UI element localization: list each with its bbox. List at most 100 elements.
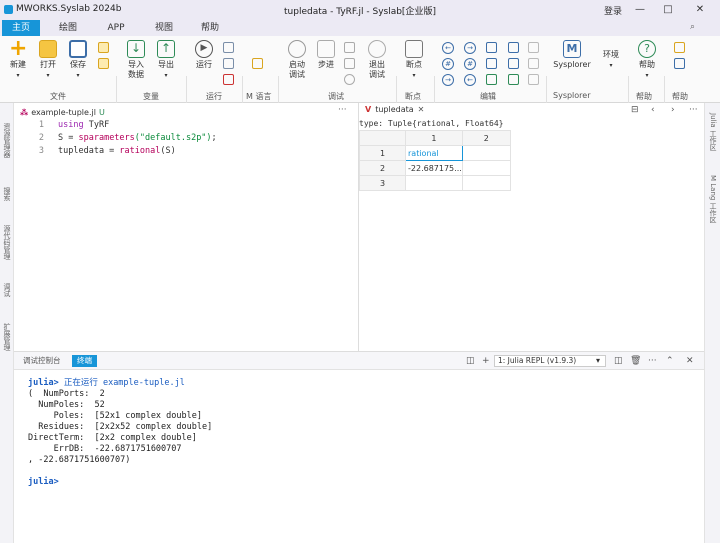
- bookmark-icon[interactable]: [486, 42, 497, 53]
- login-link[interactable]: 登录: [604, 4, 622, 17]
- activity-extensions[interactable]: 扩展管理: [2, 323, 12, 351]
- line-number: 3: [38, 146, 44, 156]
- column-header[interactable]: 1: [405, 130, 463, 146]
- back-arrow-icon[interactable]: ←: [442, 42, 454, 54]
- comment-icon[interactable]: #: [442, 58, 454, 70]
- environment-button[interactable]: 环境 ▾: [598, 50, 624, 71]
- indent-icon[interactable]: →: [442, 74, 454, 86]
- tab-help[interactable]: 帮助: [192, 20, 228, 36]
- replace-icon[interactable]: [508, 74, 519, 85]
- terminal-select[interactable]: 1: Julia REPL (v1.9.3): [494, 355, 606, 367]
- tab-home[interactable]: 主页: [2, 20, 40, 36]
- m-language-icon[interactable]: [252, 58, 263, 69]
- activity-search[interactable]: 搜索: [2, 187, 12, 201]
- tab-app[interactable]: APP: [98, 20, 134, 36]
- save-button[interactable]: 保存 ▾: [64, 40, 92, 81]
- table-cell[interactable]: rational: [405, 145, 463, 161]
- sysplorer-button[interactable]: M Sysplorer: [550, 40, 594, 70]
- option-checkbox-icon[interactable]: [528, 58, 539, 69]
- row-header[interactable]: 2: [359, 160, 406, 176]
- run-section-icon[interactable]: [223, 42, 234, 53]
- next-bookmark-icon[interactable]: [508, 58, 519, 69]
- docs-icon[interactable]: [674, 58, 685, 69]
- open-label: 打开: [40, 60, 56, 69]
- compare-icon[interactable]: [98, 42, 109, 53]
- bookmark-list-icon[interactable]: [508, 42, 519, 53]
- row-header[interactable]: 1: [359, 145, 406, 161]
- terminal-line[interactable]: julia>: [28, 477, 59, 487]
- close-panel-icon[interactable]: ✕: [686, 356, 694, 366]
- split-terminal-icon[interactable]: ◫: [466, 356, 475, 366]
- help-button[interactable]: ? 帮助 ▾: [634, 40, 660, 81]
- run-label: 运行: [196, 60, 212, 69]
- tab-terminal[interactable]: 终端: [72, 355, 97, 367]
- mlang-workspace-tab[interactable]: M Lang 工作区: [708, 175, 718, 224]
- split-editor-icon[interactable]: ⊟: [631, 105, 639, 115]
- activity-debug[interactable]: 调试: [2, 283, 12, 297]
- table-cell[interactable]: [461, 175, 511, 191]
- step-out-icon[interactable]: [344, 58, 355, 69]
- new-terminal-icon[interactable]: +: [482, 356, 490, 366]
- more-actions-icon[interactable]: ···: [648, 356, 657, 366]
- ribbon-tabs: 主页 绘图 APP 视图 帮助 搜索 ⌕: [0, 20, 720, 55]
- new-button[interactable]: + 新建 ▾: [4, 38, 32, 81]
- outdent-icon[interactable]: ←: [464, 74, 476, 86]
- forward-arrow-icon[interactable]: →: [464, 42, 476, 54]
- run-advance-icon[interactable]: [223, 58, 234, 69]
- close-icon[interactable]: ✕: [692, 2, 708, 18]
- sysplorer-icon: M: [563, 40, 581, 58]
- maximize-panel-icon[interactable]: ⌃: [666, 356, 674, 366]
- minimize-icon[interactable]: —: [632, 2, 648, 18]
- feedback-icon[interactable]: [674, 42, 685, 53]
- more-actions-icon[interactable]: ···: [689, 105, 698, 115]
- string-literal: ("default.s2p"): [134, 133, 212, 143]
- tab-debug-console[interactable]: 调试控制台: [18, 355, 66, 367]
- start-debug-button[interactable]: 启动 调试: [282, 40, 312, 80]
- table-cell[interactable]: [461, 145, 511, 161]
- function-name: rational: [119, 146, 161, 156]
- continue-icon[interactable]: [344, 74, 355, 85]
- chevron-down-icon: ▾: [596, 356, 601, 365]
- open-button[interactable]: 打开 ▾: [34, 40, 62, 81]
- table-cell[interactable]: -22.687175...: [405, 160, 463, 176]
- uncomment-icon[interactable]: #: [464, 58, 476, 70]
- step-button[interactable]: 步进: [314, 40, 338, 70]
- search-icon[interactable]: ⌕: [690, 22, 695, 32]
- import-data-button[interactable]: ↓ 导入 数据: [122, 40, 150, 80]
- table-cell[interactable]: [461, 160, 511, 176]
- code-line: 3 tupledata = rational(S): [14, 145, 176, 158]
- column-header[interactable]: 2: [461, 130, 511, 146]
- trash-icon[interactable]: 🗑: [630, 356, 641, 366]
- activity-source-control[interactable]: 源代码管理: [2, 225, 12, 260]
- exit-debug-button[interactable]: 退出 调试: [364, 40, 390, 80]
- stop-icon[interactable]: [223, 74, 234, 85]
- tab-plot[interactable]: 绘图: [50, 20, 86, 36]
- code-editor[interactable]: ⁂ example-tuple.jl U ··· 1 using TyRF 2 S …: [14, 103, 358, 351]
- close-tab-icon[interactable]: ✕: [418, 105, 425, 114]
- format-icon[interactable]: [528, 42, 539, 53]
- breakpoint-button[interactable]: 断点 ▾: [400, 40, 428, 81]
- help-label: 帮助: [639, 60, 655, 69]
- viewer-tab[interactable]: V tupledata ✕: [365, 105, 424, 114]
- maximize-icon[interactable]: □: [660, 2, 676, 18]
- debug-bug-icon: [288, 40, 306, 58]
- chevron-left-icon[interactable]: ‹: [651, 105, 655, 115]
- step-into-icon[interactable]: [344, 42, 355, 53]
- chevron-right-icon[interactable]: ›: [671, 105, 675, 115]
- tab-view[interactable]: 视图: [146, 20, 182, 36]
- table-cell[interactable]: [405, 175, 463, 191]
- row-header[interactable]: 3: [359, 175, 406, 191]
- editor-tab[interactable]: ⁂ example-tuple.jl U: [20, 105, 105, 119]
- start-debug-label-2: 调试: [289, 70, 305, 79]
- recent-files-icon[interactable]: [98, 58, 109, 69]
- more-actions-icon[interactable]: ···: [338, 105, 347, 115]
- find-icon[interactable]: [486, 74, 497, 85]
- option-checkbox-icon[interactable]: [528, 74, 539, 85]
- julia-workspace-tab[interactable]: Julia 工作区: [708, 113, 718, 151]
- activity-explorer[interactable]: 资源管理器: [2, 123, 12, 158]
- prev-bookmark-icon[interactable]: [486, 58, 497, 69]
- run-button[interactable]: ▶ 运行: [190, 40, 218, 70]
- group-breakpoint-label: 断点: [405, 92, 421, 101]
- split-panel-icon[interactable]: ◫: [614, 356, 623, 366]
- export-button[interactable]: ↑ 导出 ▾: [152, 40, 180, 81]
